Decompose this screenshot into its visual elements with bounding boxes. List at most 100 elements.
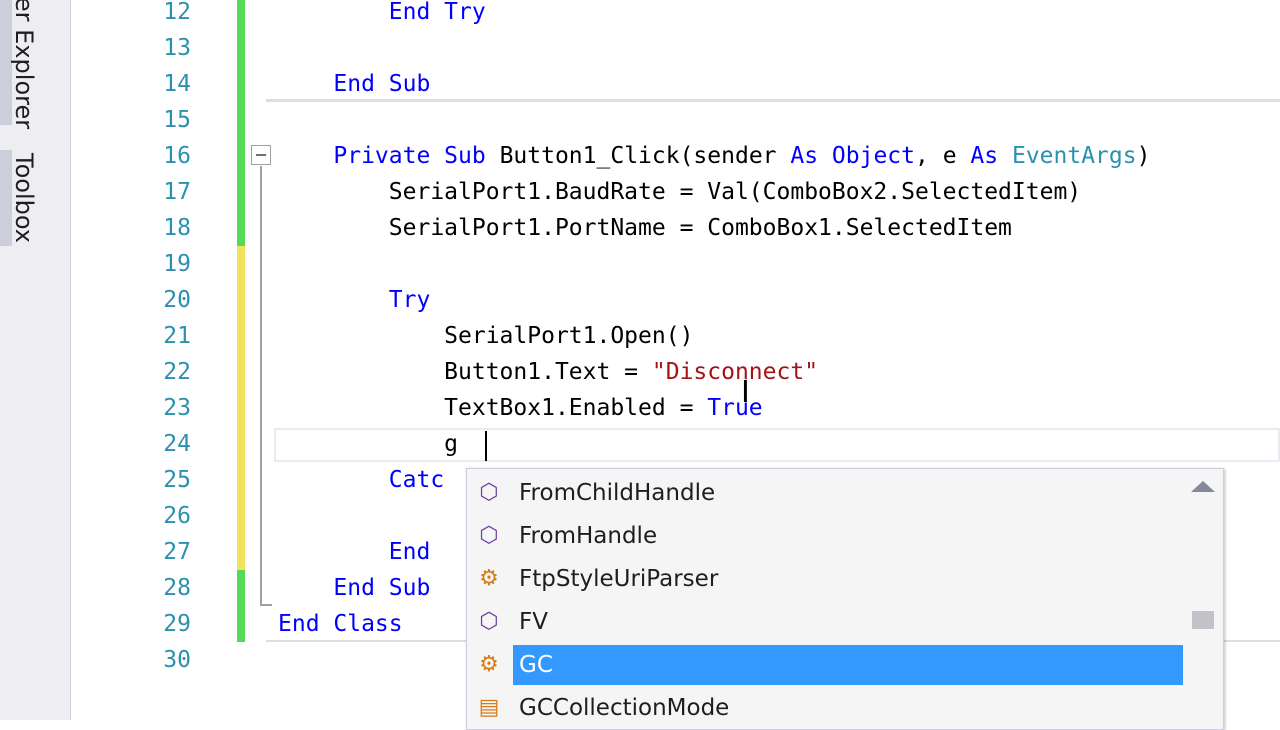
code-text: Button1.Text = "Disconnect" bbox=[278, 354, 818, 390]
selection-highlight bbox=[513, 645, 1183, 685]
line-number: 18 bbox=[163, 215, 191, 241]
code-text: SerialPort1.Open() bbox=[278, 318, 693, 354]
line-number: 25 bbox=[163, 467, 191, 493]
code-token: TextBox1.Enabled = bbox=[278, 395, 708, 421]
code-token: Object bbox=[831, 143, 916, 169]
line-number: 12 bbox=[163, 0, 191, 25]
code-text: End Sub bbox=[278, 570, 430, 606]
completion-item-label: FromHandle bbox=[519, 523, 658, 549]
code-text: End Class bbox=[278, 606, 403, 642]
code-token: End Try bbox=[388, 0, 486, 25]
completion-item[interactable]: ⬡ FV bbox=[467, 601, 1183, 643]
scroll-up-arrow-icon[interactable] bbox=[1191, 481, 1215, 492]
ibeam-cursor-icon: I bbox=[741, 375, 750, 410]
code-text: Catc bbox=[278, 462, 444, 498]
code-line[interactable]: 16 Private Sub Button1_Click(sender As O… bbox=[71, 138, 1280, 174]
code-token: End Sub bbox=[333, 575, 431, 601]
code-line[interactable]: 19 bbox=[71, 246, 1280, 282]
code-token: End Sub bbox=[333, 71, 431, 97]
method-icon: ⬡ bbox=[479, 480, 499, 505]
line-number: 28 bbox=[163, 575, 191, 601]
completion-item[interactable]: ⬡ FromChildHandle bbox=[467, 472, 1183, 514]
code-line[interactable]: 22 Button1.Text = "Disconnect" bbox=[71, 354, 1280, 390]
method-icon: ⬡ bbox=[479, 523, 499, 548]
line-number: 24 bbox=[163, 431, 191, 457]
server-explorer-tab-label: er Explorer bbox=[10, 0, 38, 129]
line-number: 13 bbox=[163, 35, 191, 61]
line-number: 21 bbox=[163, 323, 191, 349]
completion-item-label: FtpStyleUriParser bbox=[519, 566, 719, 592]
code-line[interactable]: 15 bbox=[71, 102, 1280, 138]
code-token: End Class bbox=[278, 611, 403, 637]
code-token: "Disconnect" bbox=[651, 359, 819, 385]
line-number: 20 bbox=[163, 287, 191, 313]
code-token: As bbox=[790, 143, 819, 169]
scroll-thumb[interactable] bbox=[1192, 611, 1214, 629]
code-token: SerialPort1.Open() bbox=[278, 323, 694, 349]
text-caret bbox=[485, 431, 487, 461]
completion-item-selected[interactable]: ⚙ GC bbox=[467, 644, 1183, 686]
enum-icon: ▤ bbox=[478, 695, 500, 720]
code-line[interactable]: 18 SerialPort1.PortName = ComboBox1.Sele… bbox=[71, 210, 1280, 246]
completion-item-label: GCCollectionMode bbox=[519, 695, 730, 721]
code-text: g bbox=[278, 426, 458, 462]
code-text: End Try bbox=[278, 0, 486, 30]
side-tool-strip: er Explorer Toolbox bbox=[0, 0, 71, 720]
code-line[interactable]: 12 End Try bbox=[71, 0, 1280, 30]
code-token: SerialPort1.BaudRate = Val(ComboBox2.Sel… bbox=[278, 179, 1082, 205]
code-text: SerialPort1.BaudRate = Val(ComboBox2.Sel… bbox=[278, 174, 1081, 210]
code-token: Button1_Click(sender bbox=[485, 143, 791, 169]
code-token: SerialPort1.PortName = ComboBox1.Selecte… bbox=[278, 215, 1012, 241]
code-text: Try bbox=[278, 282, 431, 318]
code-token: Try bbox=[388, 287, 431, 313]
code-line[interactable]: 24 g bbox=[71, 426, 1280, 462]
completion-item-label: GC bbox=[519, 652, 553, 678]
code-token: Catc bbox=[388, 467, 445, 493]
line-number: 22 bbox=[163, 359, 191, 385]
code-text: End bbox=[278, 534, 431, 570]
line-number: 27 bbox=[163, 539, 191, 565]
code-line[interactable]: 21 SerialPort1.Open() bbox=[71, 318, 1280, 354]
code-token: Private Sub bbox=[333, 143, 486, 169]
line-number: 14 bbox=[163, 71, 191, 97]
completion-item-label: FromChildHandle bbox=[519, 480, 716, 506]
code-line[interactable]: 20 Try bbox=[71, 282, 1280, 318]
code-token: ) bbox=[1136, 143, 1151, 169]
line-number: 30 bbox=[163, 647, 191, 673]
code-text: SerialPort1.PortName = ComboBox1.Selecte… bbox=[278, 210, 1012, 246]
code-token: As bbox=[970, 143, 999, 169]
code-token: True bbox=[707, 395, 763, 421]
code-line[interactable]: 23 TextBox1.Enabled = True bbox=[71, 390, 1280, 426]
code-token: EventArgs bbox=[1011, 143, 1137, 169]
code-line[interactable]: 14 End Sub bbox=[71, 66, 1280, 102]
code-text: End Sub bbox=[278, 66, 430, 102]
code-line[interactable]: 13 bbox=[71, 30, 1280, 66]
completion-item[interactable]: ⚙ FtpStyleUriParser bbox=[467, 558, 1183, 600]
completion-item[interactable]: ⬡ FromHandle bbox=[467, 515, 1183, 557]
toolbox-tab[interactable]: Toolbox bbox=[0, 150, 48, 246]
code-line[interactable]: 17 SerialPort1.BaudRate = Val(ComboBox2.… bbox=[71, 174, 1280, 210]
intellisense-popup[interactable]: ⬡ FromChildHandle ⬡ FromHandle ⚙ FtpStyleUriP… bbox=[466, 468, 1224, 730]
code-token: g bbox=[278, 431, 459, 457]
code-text: TextBox1.Enabled = True bbox=[278, 390, 763, 426]
completion-item-label: FV bbox=[519, 609, 548, 635]
line-number: 19 bbox=[163, 251, 191, 277]
completion-item[interactable]: ▤ GCCollectionMode bbox=[467, 687, 1183, 729]
class-icon: ⚙ bbox=[479, 652, 499, 677]
server-explorer-tab[interactable]: er Explorer bbox=[0, 0, 48, 129]
line-number: 26 bbox=[163, 503, 191, 529]
class-icon: ⚙ bbox=[479, 566, 499, 591]
line-number: 16 bbox=[163, 143, 191, 169]
line-number: 17 bbox=[163, 179, 191, 205]
completion-scrollbar[interactable] bbox=[1183, 469, 1223, 729]
line-number: 15 bbox=[163, 107, 191, 133]
